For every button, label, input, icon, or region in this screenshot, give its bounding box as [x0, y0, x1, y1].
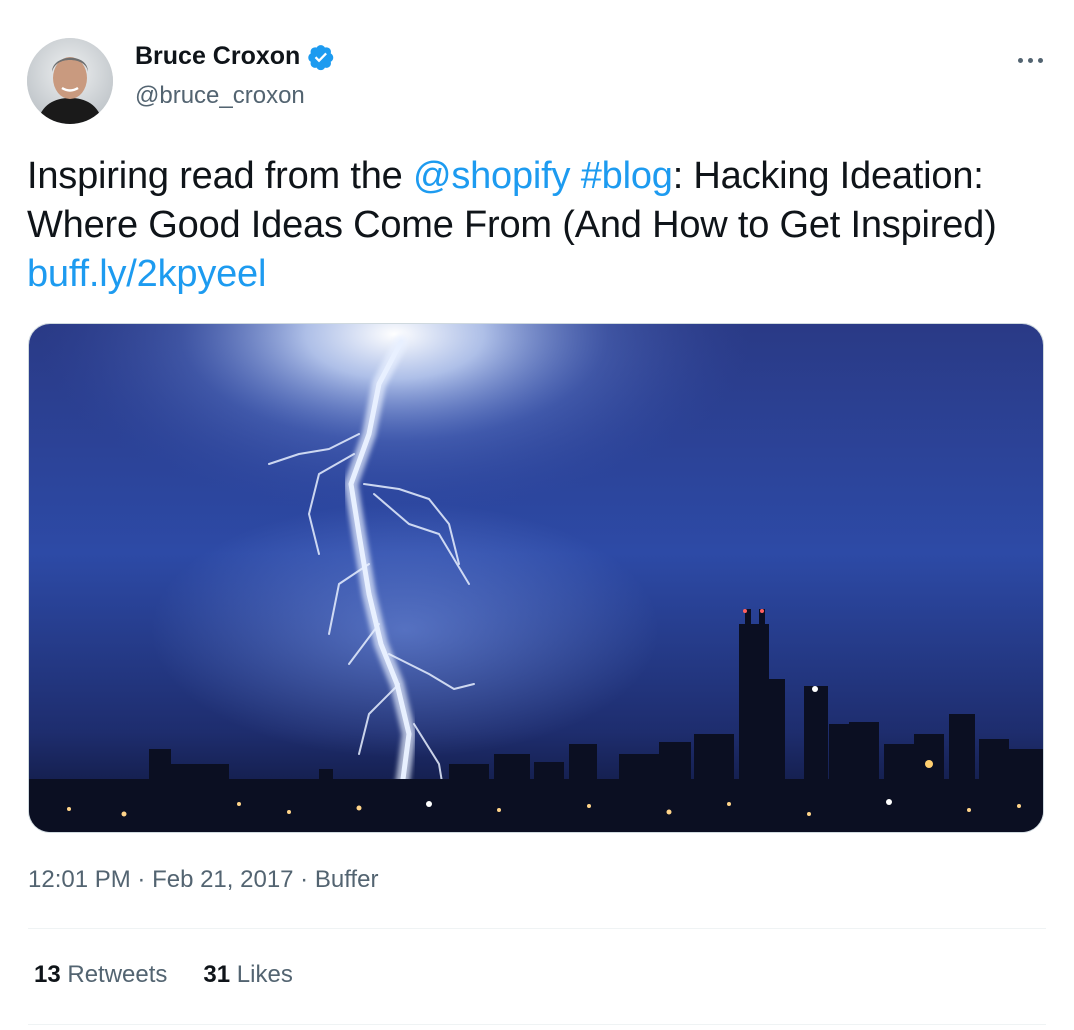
divider	[28, 1024, 1046, 1025]
meta-separator: ·	[130, 866, 153, 893]
tweet-media[interactable]	[28, 323, 1044, 833]
mention-link[interactable]: @shopify	[413, 155, 571, 197]
verified-badge-icon	[308, 44, 334, 70]
tweet-time[interactable]: 12:01 PM	[28, 866, 131, 893]
author-name-row[interactable]: Bruce Croxon	[135, 42, 335, 71]
tweet-text-space	[570, 155, 580, 197]
tweet-stats: 13 Retweets 31 Likes	[34, 961, 293, 989]
meta-separator: ·	[293, 866, 315, 893]
retweets-stat[interactable]: 13 Retweets	[34, 961, 167, 989]
likes-stat[interactable]: 31 Likes	[203, 961, 292, 989]
author-handle[interactable]: @bruce_croxon	[135, 82, 305, 110]
profile-photo	[27, 38, 113, 124]
tweet-text: Inspiring read from the @shopify #blog: …	[27, 152, 1037, 299]
dot	[1037, 57, 1043, 63]
likes-count: 31	[203, 961, 231, 988]
more-options-icon[interactable]	[1012, 48, 1048, 72]
retweets-label: Retweets	[67, 961, 168, 988]
tweet-source[interactable]: Buffer	[315, 866, 379, 893]
dot	[1017, 57, 1023, 63]
likes-label: Likes	[236, 961, 293, 988]
author-name[interactable]: Bruce Croxon	[135, 42, 300, 71]
dot	[1027, 57, 1033, 63]
tweet-date[interactable]: Feb 21, 2017	[152, 866, 293, 893]
url-link[interactable]: buff.ly/2kpyeel	[27, 253, 266, 295]
retweets-count: 13	[34, 961, 61, 988]
avatar[interactable]	[27, 38, 113, 124]
tweet-meta: 12:01 PM · Feb 21, 2017 · Buffer	[28, 866, 378, 894]
hashtag-link[interactable]: #blog	[581, 155, 673, 197]
tweet-text-part: Inspiring read from the	[27, 155, 413, 197]
divider	[28, 928, 1046, 929]
lightning-over-city-skyline-photo	[29, 324, 1043, 832]
